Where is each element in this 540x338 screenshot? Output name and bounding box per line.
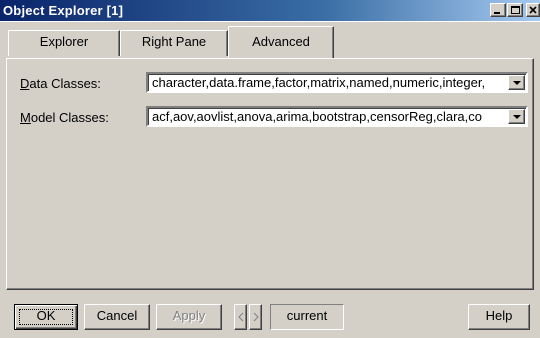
next-button[interactable]: [249, 304, 262, 330]
tab-strip: Explorer Right Pane Advanced: [0, 22, 540, 62]
data-classes-dropdown-button[interactable]: [508, 75, 525, 90]
tab-explorer[interactable]: Explorer: [8, 30, 120, 56]
tab-right-pane[interactable]: Right Pane: [120, 30, 228, 56]
minimize-icon: [494, 12, 500, 14]
maximize-button[interactable]: [507, 3, 523, 17]
data-classes-combo[interactable]: character,data.frame,factor,matrix,named…: [146, 72, 528, 93]
tab-advanced[interactable]: Advanced: [228, 26, 334, 58]
data-classes-value[interactable]: character,data.frame,factor,matrix,named…: [152, 75, 504, 91]
model-classes-dropdown-button[interactable]: [508, 109, 525, 124]
chevron-down-icon: [513, 115, 521, 119]
close-icon: [529, 6, 537, 14]
focus-rect: [19, 309, 73, 325]
tab-advanced-label: Advanced: [252, 34, 310, 49]
chevron-down-icon: [513, 81, 521, 85]
model-classes-value[interactable]: acf,aov,aovlist,anova,arima,bootstrap,ce…: [152, 109, 504, 125]
help-button[interactable]: Help: [468, 304, 530, 330]
maximize-icon: [511, 6, 520, 14]
chevron-right-icon: [253, 312, 259, 322]
title-bar[interactable]: Object Explorer [1]: [0, 0, 540, 22]
previous-button[interactable]: [234, 304, 247, 330]
tab-explorer-label: Explorer: [39, 34, 89, 49]
close-button[interactable]: [526, 3, 540, 17]
current-indicator: current: [270, 304, 344, 330]
apply-button[interactable]: Apply: [156, 304, 222, 330]
tab-right-pane-label: Right Pane: [141, 34, 207, 49]
chevron-left-icon: [238, 312, 244, 322]
minimize-button[interactable]: [490, 3, 506, 17]
window-title: Object Explorer [1]: [3, 3, 124, 18]
ok-button[interactable]: OK: [14, 304, 78, 330]
cancel-button[interactable]: Cancel: [84, 304, 150, 330]
model-classes-combo[interactable]: acf,aov,aovlist,anova,arima,bootstrap,ce…: [146, 106, 528, 127]
